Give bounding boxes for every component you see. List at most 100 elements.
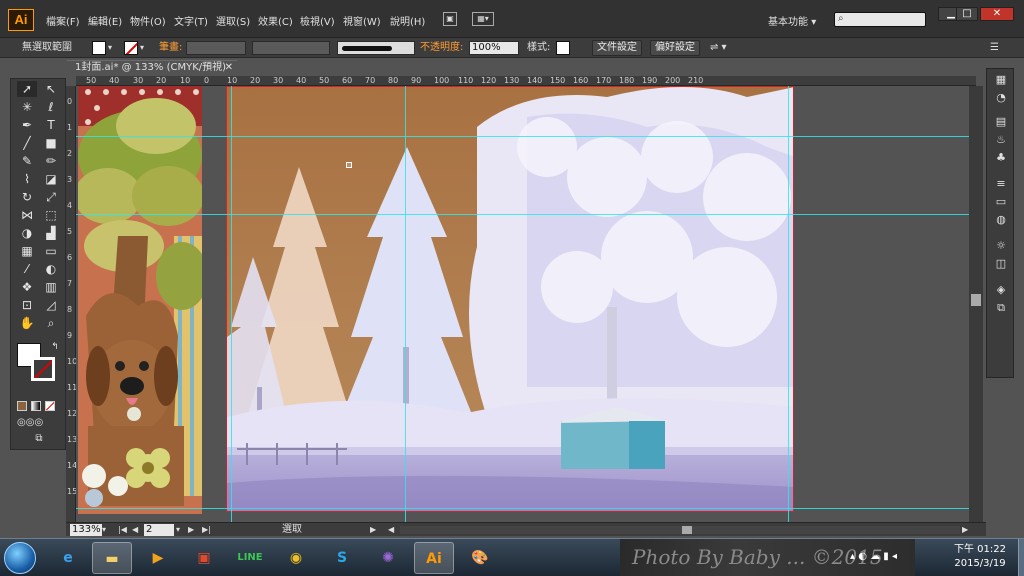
first-artboard-button[interactable]: |◀ [118,524,127,536]
stroke-label[interactable]: 筆畫: [159,41,182,55]
menu-file[interactable]: 檔案(F) [46,13,80,28]
guide-line[interactable] [231,86,232,522]
chrome-icon[interactable]: ◉ [276,542,316,574]
chevron-down-icon[interactable]: ▾ [102,524,106,536]
help-search-input[interactable]: ⌕ [834,12,926,27]
draw-mode-icon[interactable]: ◎◎◎ [17,415,43,431]
graph-tool-icon[interactable]: ▥ [41,279,61,295]
color-mode-icon[interactable] [17,401,27,411]
eyedropper-tool-icon[interactable]: ⁄ [17,261,37,277]
artboards-icon[interactable]: ⧉ [993,301,1009,315]
hand-tool-icon[interactable]: ✋ [17,315,37,331]
magic-wand-tool-icon[interactable]: ✳ [17,99,37,115]
bridge-icon[interactable]: ▣ [443,12,457,26]
scroll-thumb[interactable] [971,294,981,306]
document-tab[interactable]: 1封面.ai* @ 133% (CMYK/預視) ✕ [67,60,237,76]
scroll-thumb[interactable] [682,526,692,534]
color-panel-icon[interactable]: ▦ [993,73,1009,87]
opacity-label[interactable]: 不透明度: [420,41,463,55]
document-canvas[interactable] [76,86,969,522]
perspective-grid-tool-icon[interactable]: ▟ [41,225,61,241]
guide-line[interactable] [788,86,789,522]
palette-icon[interactable]: 🎨 [460,542,500,574]
rectangle-tool-icon[interactable]: ■ [41,135,61,151]
slice-tool-icon[interactable]: ◿ [41,297,61,313]
ie-icon[interactable]: e [48,542,88,574]
graphic-styles-icon[interactable]: ◫ [993,257,1009,271]
menu-edit[interactable]: 編輯(E) [88,13,122,28]
appearance-icon[interactable]: ☼ [993,239,1009,253]
screen-mode-icon[interactable]: ⧉ [29,431,49,447]
stroke-swatch[interactable] [124,41,138,55]
skype-icon[interactable]: S [322,542,362,574]
gradient-mode-icon[interactable] [31,401,41,411]
brush-definition-dropdown[interactable] [337,41,415,55]
restore-button[interactable]: □ [956,7,978,21]
line-tool-icon[interactable]: ╱ [17,135,37,151]
type-tool-icon[interactable]: T [41,117,61,133]
chevron-down-icon[interactable]: ▾ [108,41,112,55]
workspace-switcher[interactable]: 基本功能 ▾ [768,13,816,28]
zoom-tool-icon[interactable]: ⌕ [41,315,61,331]
shape-builder-tool-icon[interactable]: ◑ [17,225,37,241]
prev-artboard-button[interactable]: ◀ [132,524,138,536]
media-icon[interactable]: ▶ [138,542,178,574]
ai-icon[interactable]: Ai [414,542,454,574]
brushes-icon[interactable]: ♨ [993,133,1009,147]
cartoon-artwork[interactable] [78,86,202,514]
paintbrush-tool-icon[interactable]: ✎ [17,153,37,169]
stroke-panel-icon[interactable]: ≡ [993,177,1009,191]
zoom-input[interactable]: 133% [70,524,102,536]
guide-line[interactable] [76,136,969,137]
line-icon[interactable]: LINE [230,542,270,574]
lasso-tool-icon[interactable]: ℓ [41,99,61,115]
horizontal-scrollbar[interactable] [400,526,960,534]
vertical-scrollbar[interactable] [969,86,983,522]
symbols-icon[interactable]: ♣ [993,151,1009,165]
menu-select[interactable]: 選取(S) [216,13,250,28]
gradient-panel-icon[interactable]: ▭ [993,195,1009,209]
start-button[interactable] [4,542,36,574]
artboard-number-input[interactable]: 2 [144,524,174,536]
guide-line[interactable] [76,508,969,509]
free-transform-tool-icon[interactable]: ⬚ [41,207,61,223]
pencil-tool-icon[interactable]: ✏ [41,153,61,169]
menu-window[interactable]: 視窗(W) [343,13,381,28]
close-icon[interactable]: ✕ [225,61,233,75]
eraser-tool-icon[interactable]: ◪ [41,171,61,187]
align-options-icon[interactable]: ⇌ ▾ [710,41,727,55]
picasa-icon[interactable]: ✺ [368,542,408,574]
stroke-color-swatch[interactable] [31,357,55,381]
symbol-sprayer-tool-icon[interactable]: ❖ [17,279,37,295]
swap-colors-icon[interactable]: ↰ [45,339,65,355]
blend-tool-icon[interactable]: ◐ [41,261,61,277]
artboard[interactable] [226,86,794,512]
menu-object[interactable]: 物件(O) [130,13,166,28]
chevron-down-icon[interactable]: ▾ [176,524,180,536]
mesh-tool-icon[interactable]: ▦ [17,243,37,259]
folder-icon[interactable]: ▬ [92,542,132,574]
status-menu-arrow-icon[interactable]: ▶ [370,524,376,536]
menu-effect[interactable]: 效果(C) [258,13,293,28]
opacity-input[interactable]: 100% [469,41,519,55]
menu-type[interactable]: 文字(T) [174,13,208,28]
preferences-button[interactable]: 偏好設定 [650,40,700,56]
close-button[interactable]: ✕ [980,7,1014,21]
graphic-style-swatch[interactable] [556,41,570,55]
scroll-right-arrow-icon[interactable]: ▶ [962,524,968,536]
rotate-tool-icon[interactable]: ↻ [17,189,37,205]
gradient-tool-icon[interactable]: ▭ [41,243,61,259]
guide-line[interactable] [76,214,969,215]
menu-view[interactable]: 檢視(V) [300,13,335,28]
guide-line[interactable] [405,86,406,522]
pen-tool-icon[interactable]: ✒ [17,117,37,133]
none-mode-icon[interactable] [45,401,55,411]
direct-selection-tool-icon[interactable]: ↖ [41,81,61,97]
variable-width-dropdown[interactable] [252,41,330,55]
chevron-down-icon[interactable]: ▾ [140,41,144,55]
scroll-left-arrow-icon[interactable]: ◀ [388,524,394,536]
tray-icons[interactable]: ▴ ◐ ☁ ▮ ◂ [850,551,897,562]
document-setup-button[interactable]: 文件設定 [592,40,642,56]
panel-menu-icon[interactable]: ☰ [990,41,999,55]
show-desktop-button[interactable] [1018,539,1024,576]
